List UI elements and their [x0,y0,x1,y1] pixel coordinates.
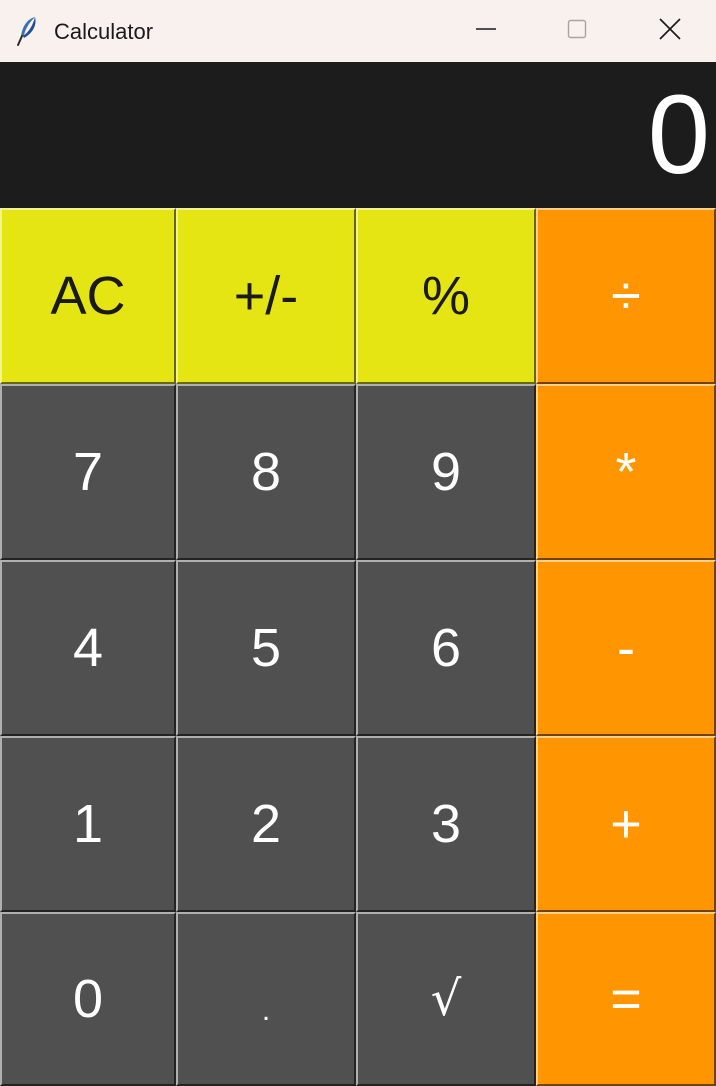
digit-2-label: 2 [250,794,282,854]
sqrt-label: √ [430,971,462,1027]
digit-8-label: 8 [250,442,282,502]
digit-0-label: 0 [72,969,104,1029]
feather-icon [15,15,41,47]
equals-button[interactable]: = [536,912,716,1086]
digit-3-label: 3 [430,794,462,854]
clear-label: AC [50,266,126,326]
digit-5-label: 5 [250,618,282,678]
negate-button[interactable]: +/- [176,208,356,384]
digit-1-label: 1 [72,794,104,854]
digit-9-button[interactable]: 9 [356,384,536,560]
sqrt-button[interactable]: √ [356,912,536,1086]
digit-7-label: 7 [72,442,104,502]
digit-9-label: 9 [430,442,462,502]
calculator-window: Calculator 0 AC +/- % ÷ 7 8 9 * 4 5 6 - … [0,0,716,1086]
keypad: AC +/- % ÷ 7 8 9 * 4 5 6 - 1 2 3 + 0 . √… [0,208,716,1086]
add-label: + [610,794,642,854]
percent-button[interactable]: % [356,208,536,384]
equals-label: = [610,969,642,1029]
maximize-button[interactable] [531,0,623,62]
digit-8-button[interactable]: 8 [176,384,356,560]
clear-button[interactable]: AC [0,208,176,384]
digit-5-button[interactable]: 5 [176,560,356,736]
add-button[interactable]: + [536,736,716,912]
negate-label: +/- [233,266,299,326]
digit-3-button[interactable]: 3 [356,736,536,912]
digit-6-button[interactable]: 6 [356,560,536,736]
digit-2-button[interactable]: 2 [176,736,356,912]
decimal-label: . [261,994,271,1027]
digit-4-label: 4 [72,618,104,678]
digit-7-button[interactable]: 7 [0,384,176,560]
divide-label: ÷ [611,266,641,326]
percent-label: % [421,266,470,326]
display-value: 0 [647,72,710,197]
digit-1-button[interactable]: 1 [0,736,176,912]
minimize-button[interactable] [440,0,532,62]
minimize-icon [475,18,497,45]
title-bar[interactable]: Calculator [0,0,716,62]
subtract-label: - [617,618,635,678]
decimal-button[interactable]: . [176,912,356,1086]
close-button[interactable] [624,0,716,62]
divide-button[interactable]: ÷ [536,208,716,384]
digit-6-label: 6 [430,618,462,678]
result-display: 0 [0,62,716,208]
multiply-button[interactable]: * [536,384,716,560]
digit-4-button[interactable]: 4 [0,560,176,736]
digit-0-button[interactable]: 0 [0,912,176,1086]
multiply-label: * [615,442,637,502]
subtract-button[interactable]: - [536,560,716,736]
window-title: Calculator [54,19,154,44]
close-icon [658,17,682,46]
maximize-icon [566,18,588,45]
